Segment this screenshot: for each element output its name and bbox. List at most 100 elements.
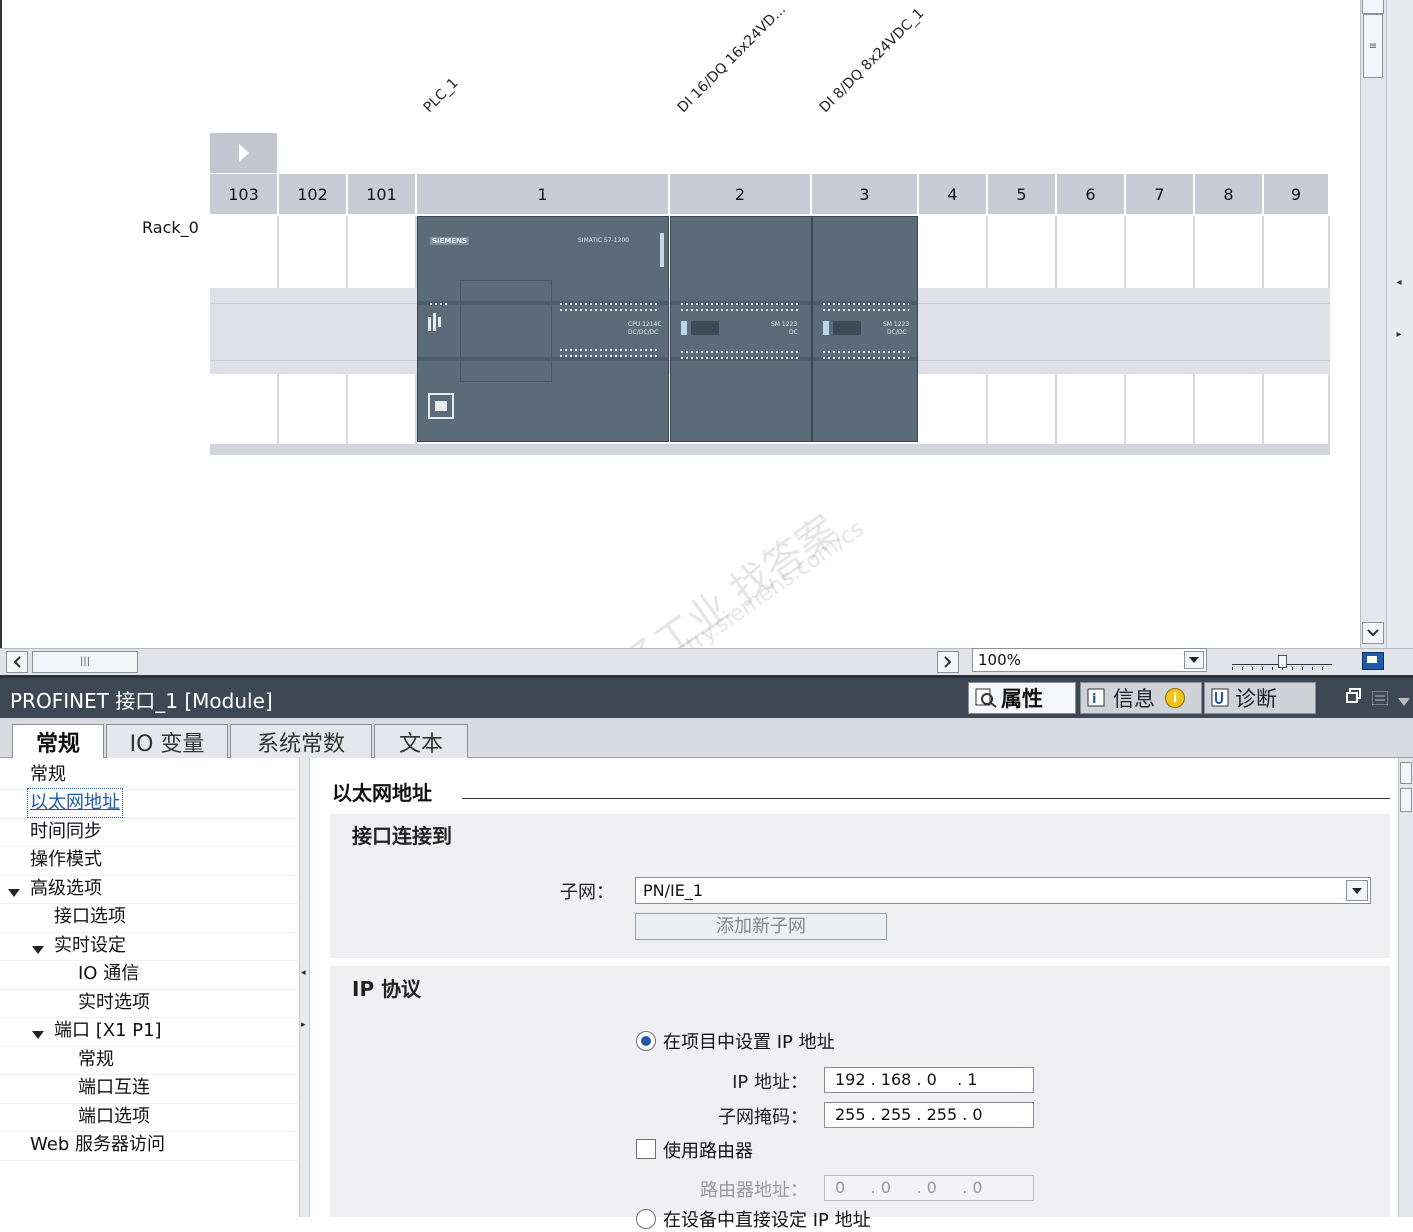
signal-module-2[interactable]: SM 1223 DC/DC bbox=[812, 216, 918, 442]
nav-item-ethernet-address[interactable]: 以太网地址 bbox=[27, 788, 123, 818]
module-label-plc[interactable]: PLC_1 bbox=[421, 75, 462, 116]
nav-item-general[interactable]: 常规 bbox=[30, 761, 66, 789]
nav-item-time-sync[interactable]: 时间同步 bbox=[30, 818, 102, 846]
subnet-mask-label: 子网掩码： bbox=[718, 1107, 808, 1128]
siemens-logo: SIEMENS bbox=[430, 237, 470, 245]
expand-rack-button[interactable] bbox=[210, 133, 277, 173]
nav-item-port-options[interactable]: 端口选项 bbox=[78, 1103, 150, 1131]
use-router-label[interactable]: 使用路由器 bbox=[663, 1137, 753, 1163]
zoom-slider-thumb[interactable] bbox=[1278, 655, 1287, 668]
nav-item-web-server-access[interactable]: Web 服务器访问 bbox=[30, 1131, 165, 1159]
cpu-module[interactable]: SIEMENS SIMATIC S7-1200 CPU 1214C DC/DC/… bbox=[417, 216, 669, 442]
nav-item-port-general[interactable]: 常规 bbox=[78, 1046, 114, 1074]
task-card-rail[interactable]: ◂ ▸ bbox=[1386, 0, 1413, 675]
slot-header-5[interactable]: 5 bbox=[988, 174, 1057, 214]
expand-right-icon[interactable]: ▸ bbox=[1389, 320, 1409, 350]
expand-triangle-icon[interactable] bbox=[32, 1025, 44, 1045]
subnet-mask-input[interactable]: 255 . 255 . 255 . 0 bbox=[824, 1102, 1034, 1128]
diagnostics-icon bbox=[1211, 688, 1229, 707]
chevron-down-icon bbox=[1367, 629, 1379, 637]
nav-item-interface-options[interactable]: 接口选项 bbox=[54, 903, 126, 931]
nav-splitter[interactable]: ◂ ▸ bbox=[300, 758, 310, 1217]
nav-item-io-communication[interactable]: IO 通信 bbox=[78, 960, 139, 988]
module-label-sm2[interactable]: DI 8/DQ 8x24VDC_1 bbox=[817, 5, 928, 116]
subnet-value: PN/IE_1 bbox=[643, 881, 704, 900]
slot-header-8[interactable]: 8 bbox=[1195, 174, 1264, 214]
slot-header-7[interactable]: 7 bbox=[1126, 174, 1195, 214]
svg-text:i: i bbox=[1092, 692, 1096, 707]
nav-item-port-interconnection[interactable]: 端口互连 bbox=[78, 1074, 150, 1102]
expand-triangle-icon[interactable] bbox=[8, 883, 20, 903]
io-cover bbox=[460, 280, 552, 382]
add-new-subnet-button[interactable]: 添加新子网 bbox=[635, 913, 887, 940]
radio-set-ip-in-project-label[interactable]: 在项目中设置 IP 地址 bbox=[663, 1028, 835, 1054]
radio-set-ip-in-project[interactable] bbox=[636, 1031, 656, 1051]
nav-item-operating-mode[interactable]: 操作模式 bbox=[30, 846, 102, 874]
rack-label: Rack_0 bbox=[142, 218, 199, 237]
scroll-thumb[interactable] bbox=[1400, 788, 1412, 812]
slot-header-6[interactable]: 6 bbox=[1057, 174, 1126, 214]
nav-item-advanced-options[interactable]: 高级选项 bbox=[30, 875, 102, 903]
hscroll-thumb[interactable]: ||| bbox=[32, 651, 138, 673]
device-view-canvas[interactable]: PLC_1 DI 16/DQ 16x24VD... DI 8/DQ 8x24VD… bbox=[0, 0, 1360, 744]
nav-item-realtime-options[interactable]: 实时选项 bbox=[78, 989, 150, 1017]
dropdown-arrow-icon[interactable] bbox=[1346, 880, 1368, 901]
vertical-scrollbar[interactable]: ≡ bbox=[1360, 0, 1386, 648]
info-warning-icon: i bbox=[1165, 688, 1185, 708]
overview-navigation-icon[interactable] bbox=[1362, 652, 1384, 670]
slot-header-103[interactable]: 103 bbox=[210, 174, 279, 214]
ip-address-input[interactable]: 192 . 168 . 0 . 1 bbox=[824, 1067, 1034, 1093]
connector-slot bbox=[833, 321, 861, 335]
sm-type-label: DC/DC bbox=[887, 329, 907, 336]
scroll-up-button[interactable] bbox=[1362, 0, 1384, 14]
menu-icon[interactable] bbox=[1371, 690, 1389, 706]
scroll-right-button[interactable] bbox=[937, 651, 959, 673]
slot-header-9[interactable]: 9 bbox=[1264, 174, 1330, 214]
tab-general[interactable]: 常规 bbox=[12, 724, 104, 759]
content-scrollbar[interactable] bbox=[1398, 758, 1413, 1217]
restore-window-icon[interactable] bbox=[1346, 688, 1362, 704]
tab-diagnostics[interactable]: 诊断 bbox=[1204, 682, 1316, 714]
zoom-dropdown[interactable]: 100% bbox=[972, 648, 1207, 672]
slot-header-101[interactable]: 101 bbox=[348, 174, 417, 214]
slot-header-2[interactable]: 2 bbox=[670, 174, 812, 214]
dropdown-arrow-icon[interactable] bbox=[1184, 651, 1204, 669]
subnet-dropdown[interactable]: PN/IE_1 bbox=[635, 877, 1371, 904]
radio-set-ip-on-device-label[interactable]: 在设备中直接设定 IP 地址 bbox=[663, 1206, 871, 1232]
tab-system-constants[interactable]: 系统常数 bbox=[230, 724, 372, 758]
scroll-down-button[interactable] bbox=[1362, 622, 1384, 644]
ethernet-port-icon[interactable] bbox=[428, 393, 454, 419]
use-router-checkbox[interactable] bbox=[636, 1139, 656, 1159]
ip-address-label: IP 地址： bbox=[732, 1072, 808, 1093]
led-bars-icon bbox=[428, 313, 444, 331]
collapse-nav-icon[interactable]: ◂ bbox=[301, 966, 308, 980]
collapse-left-icon[interactable]: ◂ bbox=[1389, 268, 1409, 298]
zoom-slider[interactable] bbox=[1232, 653, 1332, 671]
properties-icon bbox=[975, 688, 997, 708]
expand-nav-icon[interactable]: ▸ bbox=[301, 1018, 308, 1032]
status-led bbox=[681, 321, 687, 335]
scroll-thumb[interactable]: ≡ bbox=[1363, 14, 1383, 78]
tab-io-tags[interactable]: IO 变量 bbox=[106, 724, 228, 758]
tab-info[interactable]: i 信息 i bbox=[1080, 682, 1202, 714]
slot-header-102[interactable]: 102 bbox=[279, 174, 348, 214]
scroll-left-button[interactable] bbox=[6, 651, 28, 673]
router-address-input[interactable]: 0 . 0 . 0 . 0 bbox=[824, 1175, 1034, 1201]
signal-module-1[interactable]: SM 1223 DC bbox=[670, 216, 812, 442]
tab-texts[interactable]: 文本 bbox=[374, 724, 468, 758]
expand-triangle-icon[interactable] bbox=[32, 940, 44, 960]
slot-header-3[interactable]: 3 bbox=[812, 174, 919, 214]
nav-item-realtime-settings[interactable]: 实时设定 bbox=[54, 932, 126, 960]
radio-set-ip-on-device[interactable] bbox=[636, 1209, 656, 1229]
slot-header-1[interactable]: 1 bbox=[417, 174, 670, 214]
nav-item-port[interactable]: 端口 [X1 P1] bbox=[54, 1017, 162, 1045]
tab-properties[interactable]: 属性 bbox=[968, 682, 1076, 714]
zoom-value: 100% bbox=[978, 651, 1021, 669]
scroll-up-button[interactable] bbox=[1400, 762, 1412, 784]
section-title: 以太网地址 bbox=[332, 781, 432, 805]
module-label-sm1[interactable]: DI 16/DQ 16x24VD... bbox=[675, 2, 789, 116]
chevron-down-icon[interactable] bbox=[1398, 692, 1410, 706]
property-nav-tree: 常规 以太网地址 时间同步 操作模式 高级选项 接口选项 实时设定 IO 通信 … bbox=[0, 758, 300, 1217]
chevron-left-icon bbox=[13, 656, 21, 668]
slot-header-4[interactable]: 4 bbox=[919, 174, 988, 214]
